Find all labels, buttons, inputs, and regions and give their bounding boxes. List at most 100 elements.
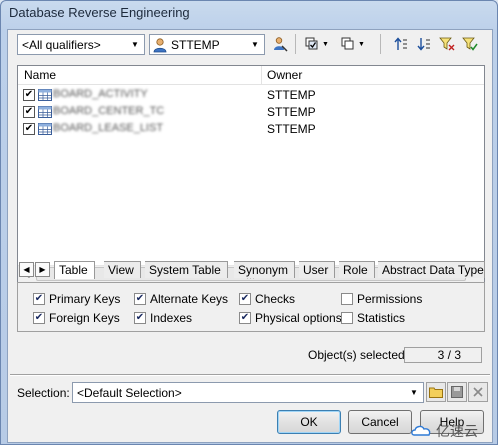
selection-combo[interactable]: <Default Selection> ▼ — [72, 382, 424, 403]
tab-system-table[interactable]: System Table — [145, 261, 228, 278]
column-header-name[interactable]: Name — [24, 68, 56, 82]
row-checkbox[interactable]: ✔ — [23, 123, 35, 135]
move-up-icon — [394, 37, 407, 50]
owner-combo[interactable]: STTEMP ▼ — [149, 34, 265, 55]
delete-selection-button[interactable] — [468, 382, 488, 402]
dialog-window: Database Reverse Engineering <All qualif… — [0, 0, 498, 445]
option-checks[interactable]: ✔ Checks — [239, 292, 295, 306]
option-label: Checks — [255, 292, 296, 306]
filter-icon — [439, 37, 455, 51]
toolbar-separator — [380, 34, 381, 54]
option-indexes[interactable]: ✔ Indexes — [134, 311, 192, 325]
filter-button[interactable] — [437, 34, 457, 54]
option-label: Primary Keys — [49, 292, 121, 306]
option-physical-options[interactable]: ✔ Physical options — [239, 311, 342, 325]
row-owner: STTEMP — [267, 122, 316, 136]
cancel-button[interactable]: Cancel — [348, 410, 412, 434]
checkbox[interactable]: ✔ — [134, 293, 146, 305]
chevron-down-icon: ▼ — [251, 40, 259, 49]
list-item[interactable]: ✔ BOARD_LEASE_LIST STTEMP — [18, 121, 484, 138]
select-all-icon — [305, 37, 318, 50]
option-label: Foreign Keys — [49, 311, 120, 325]
list-item[interactable]: ✔ BOARD_ACTIVITY STTEMP — [18, 87, 484, 104]
dialog-client: <All qualifiers> ▼ STTEMP ▼ ▼ ▼ Name Own… — [7, 29, 493, 443]
folder-icon — [429, 387, 443, 398]
option-foreign-keys[interactable]: ✔ Foreign Keys — [33, 311, 120, 325]
column-header-owner[interactable]: Owner — [267, 68, 302, 82]
option-permissions[interactable]: Permissions — [341, 292, 422, 306]
row-owner: STTEMP — [267, 88, 316, 102]
table-icon — [38, 106, 52, 118]
tab-user[interactable]: User — [299, 261, 336, 278]
option-alternate-keys[interactable]: ✔ Alternate Keys — [134, 292, 228, 306]
checkbox[interactable]: ✔ — [33, 312, 45, 324]
checkbox[interactable]: ✔ — [239, 312, 251, 324]
option-label: Permissions — [357, 292, 423, 306]
move-down-button[interactable] — [414, 34, 434, 54]
owner-combo-value: STTEMP — [171, 37, 220, 52]
window-title: Database Reverse Engineering — [9, 5, 190, 20]
list-item[interactable]: ✔ BOARD_CENTER_TC STTEMP — [18, 104, 484, 121]
deselect-all-button[interactable]: ▼ — [338, 34, 368, 54]
option-label: Physical options — [255, 311, 342, 325]
selection-combo-value: <Default Selection> — [77, 385, 182, 400]
owner-select-button[interactable] — [270, 34, 290, 54]
watermark: 亿速云 — [411, 421, 478, 441]
tab-abstract-data-type[interactable]: Abstract Data Type — [378, 261, 485, 278]
options-panel: ✔ Primary Keys ✔ Alternate Keys ✔ Checks… — [17, 282, 485, 332]
selection-label: Selection: — [17, 386, 70, 400]
filter-clear-icon — [462, 37, 478, 51]
owner-select-icon — [274, 37, 288, 52]
deselect-all-icon — [341, 37, 354, 50]
tab-synonym[interactable]: Synonym — [234, 261, 296, 278]
option-label: Statistics — [357, 311, 406, 325]
toolbar-separator — [295, 34, 296, 54]
tab-role[interactable]: Role — [339, 261, 375, 278]
list-header: Name Owner — [18, 66, 484, 85]
row-name: BOARD_ACTIVITY — [53, 88, 148, 100]
qualifier-combo[interactable]: <All qualifiers> ▼ — [17, 34, 145, 55]
objects-selected-count: 3 / 3 — [404, 347, 482, 363]
tab-scroll-left-icon[interactable]: ◀ — [19, 262, 34, 277]
checkbox[interactable]: ✔ — [33, 293, 45, 305]
checkbox[interactable] — [341, 293, 353, 305]
select-all-button[interactable]: ▼ — [302, 34, 332, 54]
open-selection-button[interactable] — [426, 382, 446, 402]
option-label: Alternate Keys — [150, 292, 229, 306]
option-label: Indexes — [150, 311, 193, 325]
tab-scroll-right-icon[interactable]: ▶ — [35, 262, 50, 277]
user-icon — [153, 37, 167, 52]
tab-table[interactable]: Table — [54, 261, 95, 279]
chevron-down-icon: ▼ — [410, 388, 418, 397]
option-statistics[interactable]: Statistics — [341, 311, 405, 325]
divider — [10, 374, 490, 376]
checkbox[interactable]: ✔ — [134, 312, 146, 324]
chevron-down-icon: ▼ — [358, 40, 365, 48]
table-icon — [38, 123, 52, 135]
tab-bar: ◀ ▶ Table View System Table Synonym User… — [17, 261, 485, 279]
tab-view[interactable]: View — [104, 261, 141, 278]
table-icon — [38, 89, 52, 101]
row-checkbox[interactable]: ✔ — [23, 89, 35, 101]
close-icon — [473, 387, 483, 397]
objects-selected-label: Object(s) selected: — [308, 348, 409, 362]
row-checkbox[interactable]: ✔ — [23, 106, 35, 118]
checkbox[interactable] — [341, 312, 353, 324]
option-primary-keys[interactable]: ✔ Primary Keys — [33, 292, 120, 306]
chevron-down-icon: ▼ — [131, 40, 139, 49]
object-list[interactable]: Name Owner ✔ BOARD_ACTIVITY STTEMP ✔ BOA… — [17, 65, 485, 283]
watermark-text: 亿速云 — [436, 423, 478, 439]
ok-button[interactable]: OK — [277, 410, 341, 434]
save-selection-button[interactable] — [447, 382, 467, 402]
row-owner: STTEMP — [267, 105, 316, 119]
checkbox[interactable]: ✔ — [239, 293, 251, 305]
row-name: BOARD_LEASE_LIST — [53, 122, 164, 134]
filter-clear-button[interactable] — [460, 34, 480, 54]
row-name: BOARD_CENTER_TC — [53, 105, 165, 117]
chevron-down-icon: ▼ — [322, 40, 329, 48]
column-divider[interactable] — [261, 66, 262, 84]
save-icon — [451, 386, 463, 398]
move-up-button[interactable] — [391, 34, 411, 54]
move-down-icon — [417, 38, 430, 51]
qualifier-combo-value: <All qualifiers> — [22, 37, 101, 52]
